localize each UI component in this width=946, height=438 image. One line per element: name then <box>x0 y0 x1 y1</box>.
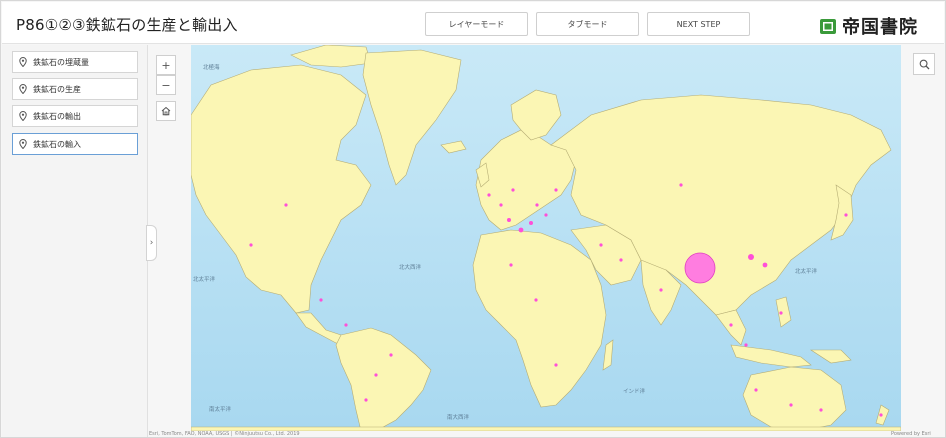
ocean-label: 北太平洋 <box>795 267 818 275</box>
import-marker <box>284 203 288 207</box>
next-step-button[interactable]: NEXT STEP <box>647 12 750 36</box>
layer-item-label: 鉄鉱石の輸出 <box>33 111 81 121</box>
import-marker <box>789 403 793 407</box>
layer-item-reserves[interactable]: 鉄鉱石の埋蔵量 <box>12 51 138 73</box>
layer-item-label: 鉄鉱石の生産 <box>33 84 81 94</box>
import-marker <box>249 243 253 247</box>
import-marker <box>529 221 533 225</box>
import-marker <box>509 263 513 267</box>
import-marker <box>511 188 515 192</box>
map-pin-icon <box>19 57 27 67</box>
import-marker <box>507 218 511 222</box>
layer-sidebar: 鉄鉱石の埋蔵量 鉄鉱石の生産 鉄鉱石の輸出 鉄鉱石の輸入 <box>2 45 148 437</box>
import-marker <box>679 183 683 187</box>
ocean-label: 北極海 <box>203 63 220 71</box>
import-marker <box>754 388 758 392</box>
import-marker <box>762 262 768 268</box>
minus-icon: − <box>161 78 171 92</box>
import-marker <box>659 288 663 292</box>
import-marker <box>599 243 603 247</box>
import-marker <box>389 353 393 357</box>
plus-icon: + <box>161 58 171 72</box>
import-marker <box>487 193 491 197</box>
import-marker <box>544 213 548 217</box>
chevron-right-icon: › <box>149 238 154 248</box>
import-marker <box>344 323 348 327</box>
map-canvas: 北極海 北大西洋 北太平洋 北太平洋 南大西洋 南太平洋 インド洋 <box>191 45 901 431</box>
tab-mode-button[interactable]: タブモード <box>536 12 639 36</box>
import-marker <box>684 252 716 284</box>
import-marker <box>374 373 378 377</box>
header-bar: P86①②③鉄鉱石の生産と輸出入 レイヤーモード タブモード NEXT STEP… <box>2 2 944 44</box>
import-marker <box>535 203 539 207</box>
import-marker <box>534 298 538 302</box>
map-pin-icon <box>19 84 27 94</box>
sidebar-collapse-toggle[interactable]: › <box>146 225 157 261</box>
powered-by: Powered by Esri <box>891 431 931 437</box>
map-pin-icon <box>19 111 27 121</box>
book-logo-icon <box>820 19 836 34</box>
ocean-label: 南太平洋 <box>209 405 232 413</box>
import-marker <box>499 203 503 207</box>
import-marker <box>518 227 524 233</box>
import-marker <box>364 398 368 402</box>
ocean-label: インド洋 <box>623 387 646 395</box>
layer-item-export[interactable]: 鉄鉱石の輸出 <box>12 105 138 127</box>
ocean-label: 北大西洋 <box>399 263 422 271</box>
layer-mode-button[interactable]: レイヤーモード <box>425 12 528 36</box>
brand-logo: 帝国書院 <box>819 13 918 39</box>
import-marker <box>319 298 323 302</box>
home-icon <box>161 106 171 116</box>
ocean-label: 南大西洋 <box>447 413 470 421</box>
import-marker <box>619 258 623 262</box>
import-marker <box>779 311 783 315</box>
import-marker <box>879 413 883 417</box>
layer-item-label: 鉄鉱石の輸入 <box>33 139 81 149</box>
import-marker <box>554 363 558 367</box>
app-window: P86①②③鉄鉱石の生産と輸出入 レイヤーモード タブモード NEXT STEP… <box>0 0 946 438</box>
layer-item-import[interactable]: 鉄鉱石の輸入 <box>12 133 138 155</box>
layer-item-production[interactable]: 鉄鉱石の生産 <box>12 78 138 100</box>
search-icon <box>919 59 929 69</box>
import-marker <box>748 254 754 260</box>
import-marker <box>554 188 558 192</box>
search-button[interactable] <box>913 53 935 75</box>
world-map[interactable]: 北極海 北大西洋 北太平洋 北太平洋 南大西洋 南太平洋 インド洋 <box>191 45 901 431</box>
page-title: P86①②③鉄鉱石の生産と輸出入 <box>16 16 238 34</box>
import-marker <box>819 408 823 412</box>
zoom-in-button[interactable]: + <box>156 55 176 75</box>
import-marker <box>729 323 733 327</box>
map-pin-icon <box>19 139 27 149</box>
layer-item-label: 鉄鉱石の埋蔵量 <box>33 57 89 67</box>
map-attribution: Esri, TomTom, FAO, NOAA, USGS | ©Ninjuut… <box>149 431 300 437</box>
home-button[interactable] <box>156 101 176 121</box>
ocean-label: 北太平洋 <box>193 275 216 283</box>
zoom-out-button[interactable]: − <box>156 75 176 95</box>
import-marker <box>844 213 848 217</box>
import-marker <box>744 343 748 347</box>
brand-name: 帝国書院 <box>842 17 918 38</box>
